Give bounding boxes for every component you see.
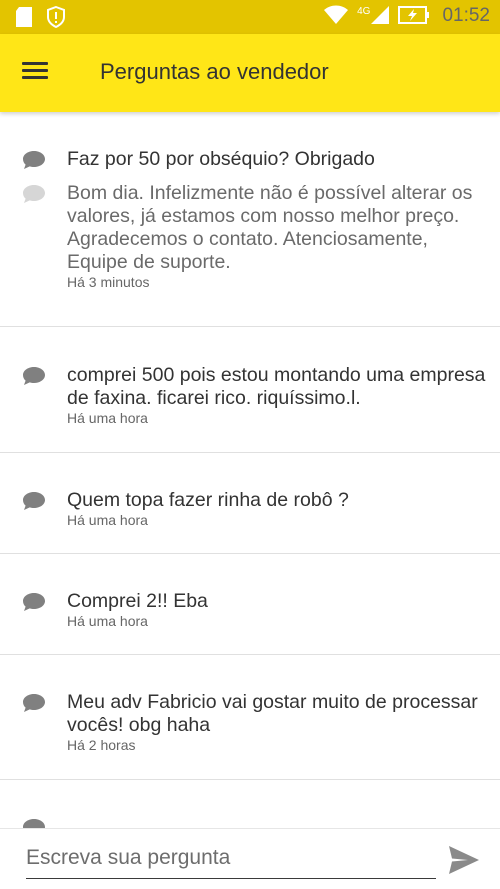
page-title: Perguntas ao vendedor: [100, 59, 329, 84]
question-text: Meu adv Fabricio vai gostar muito de pro…: [67, 691, 478, 736]
question-row: Comprei 2!! Eba Há uma hora: [0, 590, 500, 630]
question-time: Há uma hora: [67, 410, 148, 426]
question-row: ..........: [0, 816, 500, 828]
question-row: Faz por 50 por obséquio? Obrigado: [0, 148, 500, 171]
list-item: Quem topa fazer rinha de robô ? Há uma h…: [0, 453, 500, 554]
chat-bubble-icon: [23, 185, 45, 203]
send-arrow-icon[interactable]: [448, 845, 480, 875]
question-text: ..........: [67, 816, 122, 828]
chat-bubble-icon: [23, 151, 45, 169]
signal-icon: [371, 6, 390, 24]
battery-charging-icon: [398, 6, 430, 24]
status-left-icons: [16, 6, 66, 28]
wifi-icon: [324, 5, 349, 24]
list-item: Meu adv Fabricio vai gostar muito de pro…: [0, 655, 500, 780]
question-row: Quem topa fazer rinha de robô ? Há uma h…: [0, 489, 500, 529]
chat-bubble-icon: [23, 593, 45, 611]
question-text: Faz por 50 por obséquio? Obrigado: [67, 148, 375, 170]
question-input-wrap: [26, 839, 436, 879]
question-row: comprei 500 pois estou montando uma empr…: [0, 364, 500, 427]
app-bar: Perguntas ao vendedor: [0, 34, 500, 112]
alert-shield-icon: [47, 6, 65, 28]
question-text: Comprei 2!! Eba: [67, 590, 208, 612]
status-bar: 4G 01:52: [0, 0, 500, 34]
list-item: ..........: [0, 780, 500, 828]
list-item: comprei 500 pois estou montando uma empr…: [0, 327, 500, 453]
list-item: Comprei 2!! Eba Há uma hora: [0, 554, 500, 655]
question-row: Meu adv Fabricio vai gostar muito de pro…: [0, 691, 500, 754]
status-time: 01:52: [442, 4, 490, 26]
question-input[interactable]: [26, 839, 436, 877]
question-time: Há uma hora: [67, 613, 148, 629]
chat-bubble-icon: [23, 367, 45, 385]
chat-bubble-icon: [23, 819, 45, 828]
status-right: 4G 01:52: [323, 5, 490, 25]
answer-text: Bom dia. Infelizmente não é possível alt…: [67, 182, 473, 273]
question-time: Há 2 horas: [67, 737, 136, 753]
list-item: Faz por 50 por obséquio? Obrigado Bom di…: [0, 112, 500, 327]
question-text: comprei 500 pois estou montando uma empr…: [67, 364, 486, 409]
answer-row: Bom dia. Infelizmente não é possível alt…: [0, 182, 500, 291]
chat-bubble-icon: [23, 492, 45, 510]
network-type: 4G: [357, 5, 371, 17]
question-time: Há 3 minutos: [67, 274, 150, 290]
sd-card-icon: [16, 7, 32, 27]
question-time: Há uma hora: [67, 512, 148, 528]
hamburger-menu-icon[interactable]: [22, 58, 56, 88]
questions-list[interactable]: Faz por 50 por obséquio? Obrigado Bom di…: [0, 112, 500, 828]
chat-bubble-icon: [23, 694, 45, 712]
question-text: Quem topa fazer rinha de robô ?: [67, 489, 349, 511]
question-composer: [0, 828, 500, 889]
